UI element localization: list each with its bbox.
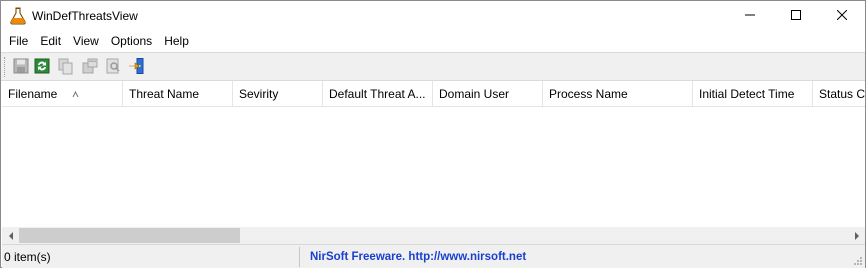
column-header-threat-name[interactable]: Threat Name (123, 81, 233, 106)
menu-bar: File Edit View Options Help (1, 31, 865, 52)
close-icon (836, 9, 848, 23)
column-header-default-threat-action[interactable]: Default Threat A... (323, 81, 433, 106)
sort-ascending-icon (72, 81, 79, 106)
flask-icon (10, 7, 26, 25)
menu-help[interactable]: Help (158, 31, 195, 52)
refresh-icon[interactable] (33, 57, 51, 75)
scroll-right-icon (854, 229, 860, 243)
menu-view[interactable]: View (67, 31, 105, 52)
minimize-icon (745, 9, 755, 23)
scroll-right-button[interactable] (848, 227, 865, 244)
column-header-severity[interactable]: Sevirity (233, 81, 323, 106)
nirsoft-link[interactable]: NirSoft Freeware. http://www.nirsoft.net (310, 247, 526, 267)
menu-edit[interactable]: Edit (34, 31, 67, 52)
window-title: WinDefThreatsView (32, 9, 138, 23)
resize-grip-icon[interactable] (851, 254, 863, 266)
maximize-button[interactable] (773, 1, 819, 31)
scroll-thumb[interactable] (19, 228, 240, 243)
maximize-icon (791, 9, 801, 23)
close-button[interactable] (819, 1, 865, 31)
menu-options[interactable]: Options (105, 31, 158, 52)
scroll-left-icon (8, 229, 14, 243)
column-header-filename[interactable]: Filename (2, 81, 123, 106)
status-bar: 0 item(s) NirSoft Freeware. http://www.n… (2, 244, 865, 268)
copy-icon[interactable] (56, 57, 74, 75)
column-header-process-name[interactable]: Process Name (543, 81, 693, 106)
column-header-initial-detect-time[interactable]: Initial Detect Time (693, 81, 813, 106)
column-header-domain-user[interactable]: Domain User (433, 81, 543, 106)
exit-icon[interactable] (128, 57, 146, 75)
toolbar (1, 52, 865, 81)
find-icon[interactable] (104, 57, 122, 75)
title-bar[interactable]: WinDefThreatsView (1, 1, 865, 31)
minimize-button[interactable] (727, 1, 773, 31)
horizontal-scrollbar[interactable] (2, 227, 865, 244)
item-count: 0 item(s) (4, 247, 300, 267)
save-icon[interactable] (12, 57, 30, 75)
threats-list[interactable]: Filename Threat Name Sevirity Default Th… (2, 81, 865, 244)
properties-icon[interactable] (81, 57, 99, 75)
toolbar-grip[interactable] (4, 57, 7, 77)
column-header-status-change[interactable]: Status Ch (813, 81, 865, 106)
list-header: Filename Threat Name Sevirity Default Th… (2, 81, 865, 107)
app-window: WinDefThreatsView File Edit View Options… (0, 0, 866, 268)
scroll-left-button[interactable] (2, 227, 19, 244)
menu-file[interactable]: File (3, 31, 34, 52)
